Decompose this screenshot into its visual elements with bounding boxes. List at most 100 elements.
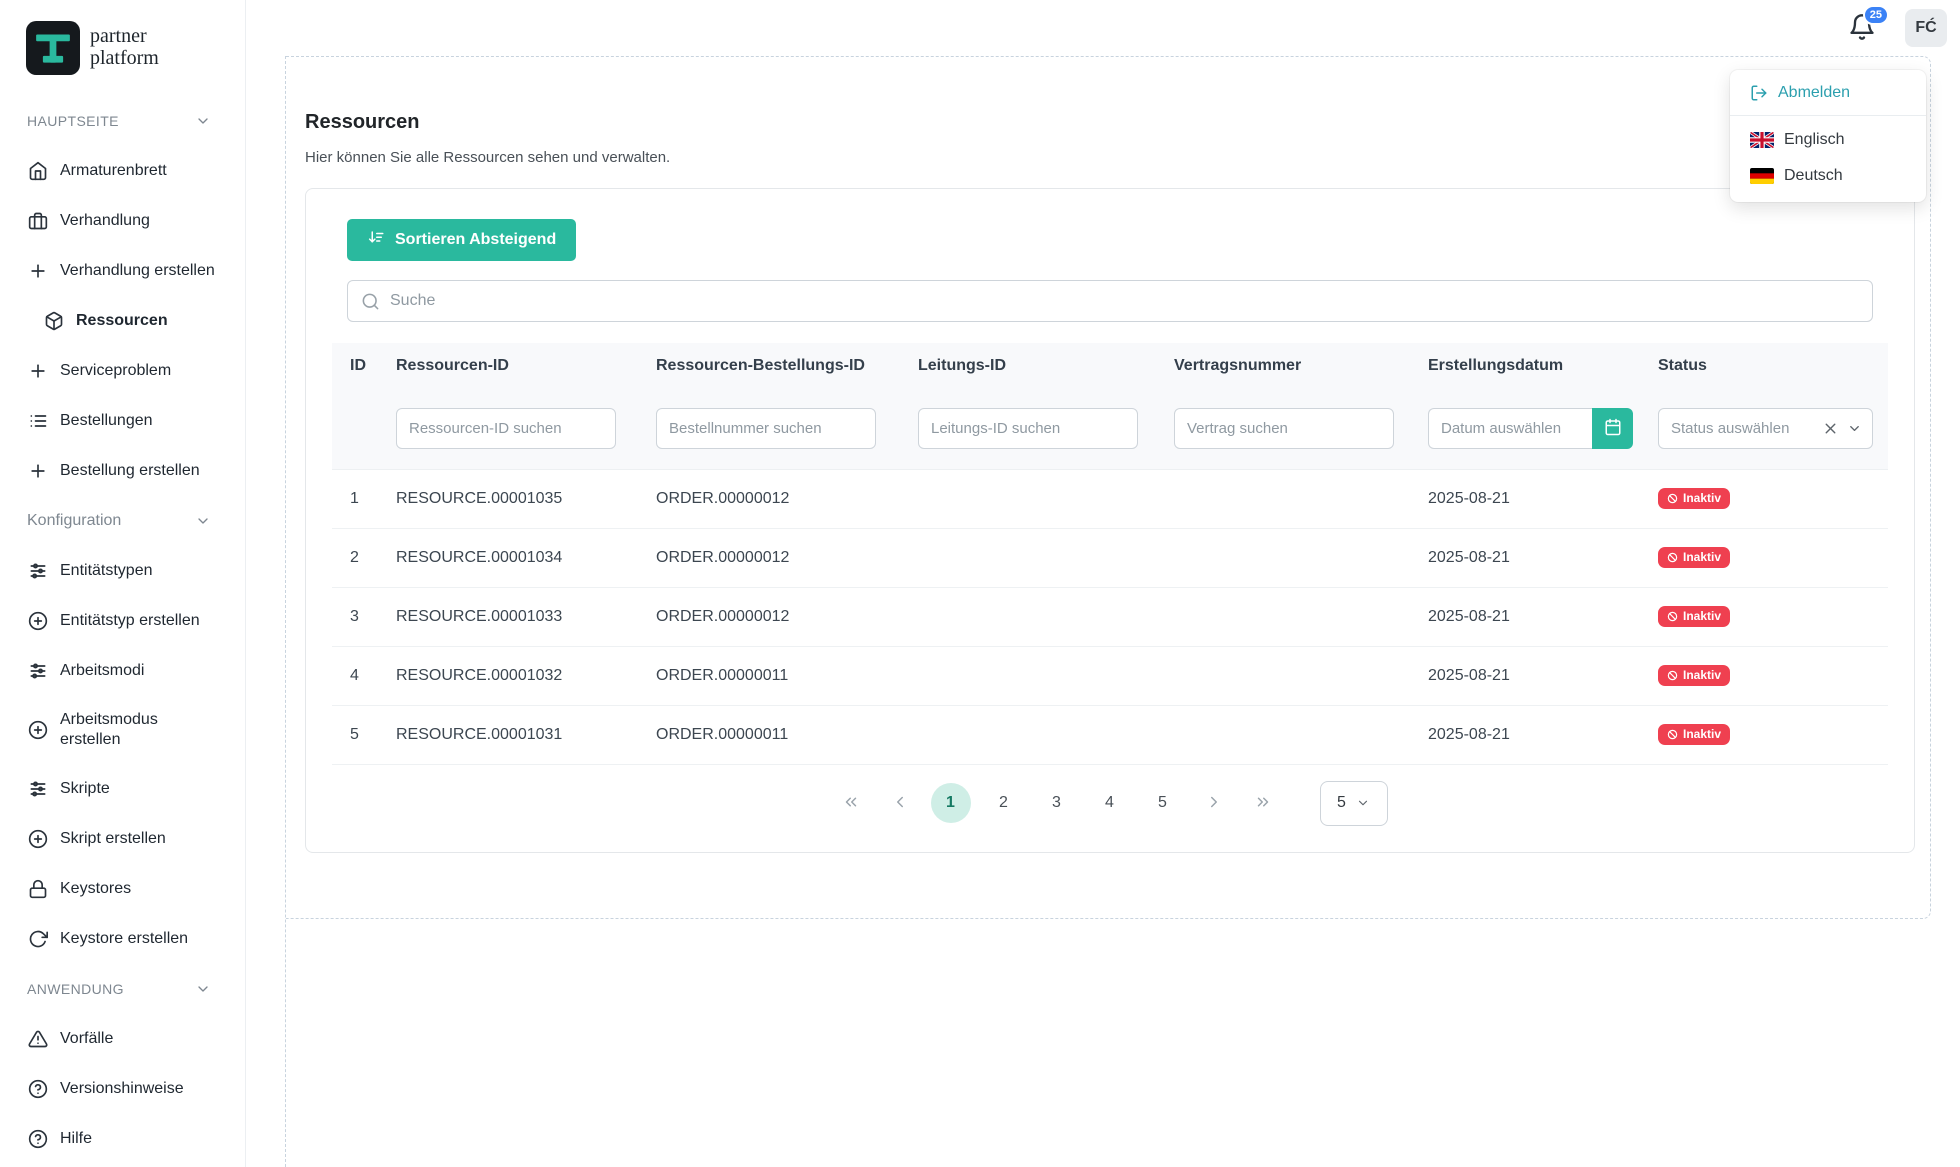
cell-resource-id: RESOURCE.00001033 — [382, 587, 642, 647]
sidebar-section-hauptseite[interactable]: HAUPTSEITE — [0, 96, 245, 146]
page-size-select[interactable]: 5 — [1319, 780, 1388, 826]
sidebar-item-armaturenbrett[interactable]: Armaturenbrett — [0, 146, 245, 196]
resource-id-filter-input[interactable] — [396, 408, 616, 450]
sidebar-item-vorfaelle[interactable]: Vorfälle — [0, 1014, 245, 1064]
pagination-first-button[interactable] — [833, 783, 869, 823]
resources-table: ID Ressourcen-ID Ressourcen-Bestellungs-… — [332, 343, 1888, 765]
cell-id: 5 — [332, 705, 382, 765]
pagination-page-2[interactable]: 2 — [984, 783, 1024, 823]
sidebar-item-arbeitsmodi[interactable]: Arbeitsmodi — [0, 646, 245, 696]
brand[interactable]: partner platform — [0, 0, 245, 96]
cell-created: 2025-08-21 — [1414, 705, 1644, 765]
brand-line2: platform — [90, 47, 159, 69]
plus-circle-icon — [28, 829, 48, 849]
plus-icon — [28, 261, 48, 281]
pagination-prev-button[interactable] — [882, 783, 918, 823]
menu-divider — [1730, 115, 1926, 116]
sidebar-item-verhandlung[interactable]: Verhandlung — [0, 196, 245, 246]
chevron-right-icon — [1205, 793, 1223, 814]
cell-created: 2025-08-21 — [1414, 528, 1644, 588]
rotate-icon — [28, 929, 49, 949]
sort-descending-icon — [367, 229, 385, 252]
sidebar-section-konfiguration[interactable]: Konfiguration — [0, 496, 245, 546]
cell-resource-id: RESOURCE.00001035 — [382, 469, 642, 529]
help-circle-icon — [28, 1079, 48, 1099]
cell-order-id: ORDER.00000011 — [642, 646, 904, 706]
sidebar-item-skripte[interactable]: Skripte — [0, 764, 245, 814]
sidebar-item-entitaetstypen[interactable]: Entitätstypen — [0, 546, 245, 596]
column-header-id: ID — [332, 343, 382, 389]
sidebar-item-verhandlung-erstellen[interactable]: Verhandlung erstellen — [0, 246, 245, 296]
table-row[interactable]: 1 RESOURCE.00001035 ORDER.00000012 2025-… — [332, 469, 1888, 529]
alert-triangle-icon — [28, 1029, 48, 1049]
plus-icon — [28, 461, 48, 481]
table-header-row: ID Ressourcen-ID Ressourcen-Bestellungs-… — [332, 343, 1888, 389]
sidebar-nav: HAUPTSEITE Armaturenbrett Verhandlung Ve… — [0, 96, 245, 1164]
pagination-page-1[interactable]: 1 — [930, 783, 971, 823]
sidebar-item-ressourcen[interactable]: Ressourcen — [0, 296, 245, 346]
pagination-next-button[interactable] — [1196, 783, 1232, 823]
sidebar-item-entitaetstyp-erstellen[interactable]: Entitätstyp erstellen — [0, 596, 245, 646]
sidebar-item-bestellungen[interactable]: Bestellungen — [0, 396, 245, 446]
sidebar-item-bestellung-erstellen[interactable]: Bestellung erstellen — [0, 446, 245, 496]
sidebar-section-anwendung[interactable]: ANWENDUNG — [0, 964, 245, 1014]
status-badge: Inaktiv — [1658, 487, 1731, 510]
chevrons-right-icon — [1254, 793, 1272, 814]
cell-order-id: ORDER.00000012 — [642, 587, 904, 647]
language-menu-item-english[interactable]: Englisch — [1730, 122, 1926, 158]
sliders-icon — [28, 779, 48, 799]
notifications-button[interactable]: 25 — [1847, 5, 1889, 43]
sidebar-item-versionshinweise[interactable]: Versionshinweise — [0, 1064, 245, 1114]
sliders-icon — [28, 561, 48, 581]
topbar: 25 FĆ — [246, 0, 1960, 56]
date-filter-input[interactable] — [1428, 408, 1592, 450]
line-id-filter-input[interactable] — [918, 408, 1138, 450]
status-filter-select[interactable]: Status auswählen — [1658, 408, 1873, 450]
sidebar-item-serviceproblem[interactable]: Serviceproblem — [0, 346, 245, 396]
table-row[interactable]: 4 RESOURCE.00001032 ORDER.00000011 2025-… — [332, 646, 1888, 706]
plus-circle-icon — [28, 720, 48, 740]
pagination-page-4[interactable]: 4 — [1090, 783, 1130, 823]
logout-menu-item[interactable]: Abmelden — [1730, 70, 1926, 115]
sliders-icon — [28, 661, 48, 681]
resources-card: Sortieren Absteigend ID Res — [305, 188, 1915, 853]
sidebar-item-keystores[interactable]: Keystores — [0, 864, 245, 914]
user-avatar[interactable]: FĆ — [1905, 9, 1947, 47]
language-menu-item-german[interactable]: Deutsch — [1730, 158, 1926, 194]
search-input[interactable] — [348, 281, 1872, 321]
sidebar-item-arbeitsmodus-erstellen[interactable]: Arbeitsmodus erstellen — [0, 696, 245, 764]
sidebar-item-skript-erstellen[interactable]: Skript erstellen — [0, 814, 245, 864]
sidebar-item-keystore-erstellen[interactable]: Keystore erstellen — [0, 914, 245, 964]
clear-icon[interactable] — [1822, 420, 1839, 437]
column-header-bestellungs-id: Ressourcen-Bestellungs-ID — [642, 343, 904, 389]
cell-order-id: ORDER.00000011 — [642, 705, 904, 765]
filter-cell-empty — [332, 389, 382, 470]
logout-icon — [1750, 84, 1768, 102]
calendar-button[interactable] — [1592, 408, 1633, 450]
order-id-filter-input[interactable] — [656, 408, 876, 450]
pagination-page-5[interactable]: 5 — [1143, 783, 1183, 823]
section-label: HAUPTSEITE — [27, 113, 119, 129]
status-badge: Inaktiv — [1658, 723, 1731, 746]
content-column: Ressourcen Hier können Sie alle Ressourc… — [285, 56, 1960, 1167]
cell-id: 2 — [332, 528, 382, 588]
cell-contract — [1160, 646, 1414, 706]
cell-line-id — [904, 646, 1160, 706]
sidebar-item-hilfe[interactable]: Hilfe — [0, 1114, 245, 1164]
search-icon — [361, 292, 380, 311]
table-row[interactable]: 3 RESOURCE.00001033 ORDER.00000012 2025-… — [332, 587, 1888, 647]
chevron-down-icon — [195, 113, 211, 129]
chevron-left-icon — [891, 793, 909, 814]
page-subtitle: Hier können Sie alle Ressourcen sehen un… — [305, 149, 671, 166]
pagination-page-3[interactable]: 3 — [1037, 783, 1077, 823]
content-container: Ressourcen Hier können Sie alle Ressourc… — [286, 56, 1931, 919]
sort-descending-button[interactable]: Sortieren Absteigend — [347, 219, 577, 261]
cell-line-id — [904, 469, 1160, 529]
search-box — [347, 280, 1873, 322]
contract-filter-input[interactable] — [1174, 408, 1394, 450]
table-row[interactable]: 2 RESOURCE.00001034 ORDER.00000012 2025-… — [332, 528, 1888, 588]
table-row[interactable]: 5 RESOURCE.00001031 ORDER.00000011 2025-… — [332, 705, 1888, 765]
status-badge: Inaktiv — [1658, 546, 1731, 569]
chevron-down-icon — [195, 513, 211, 529]
pagination-last-button[interactable] — [1245, 783, 1281, 823]
